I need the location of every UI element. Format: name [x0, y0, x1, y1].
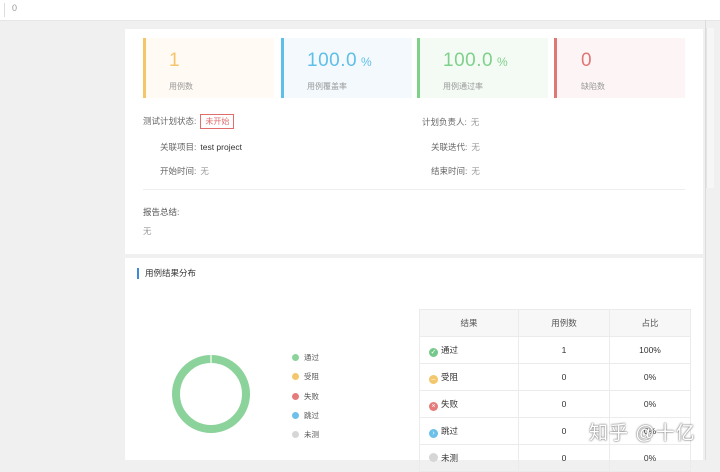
legend-dot — [292, 431, 299, 438]
count-cell: 0 — [518, 390, 610, 418]
plan-iteration-label: 关联迭代: — [431, 142, 468, 152]
stat-accent-bar — [554, 38, 557, 98]
report-summary-value: 无 — [143, 226, 152, 236]
report-summary-label: 报告总结: — [143, 207, 180, 217]
legend-label: 失败 — [304, 392, 319, 401]
legend-dot — [292, 412, 299, 419]
legend-item-pass[interactable]: 通过 — [292, 352, 319, 363]
plan-start-time: 开始时间: 无 — [160, 165, 209, 177]
divider — [143, 189, 685, 190]
result-cell: 未测 — [419, 444, 519, 472]
stat-label: 用例通过率 — [443, 82, 483, 91]
scroll-thumb[interactable] — [706, 28, 714, 188]
legend-item-skipped[interactable]: 跳过 — [292, 410, 319, 421]
check-icon: ✓ — [429, 347, 438, 357]
stat-label: 缺陷数 — [581, 82, 605, 91]
plan-iteration-value: 无 — [471, 142, 480, 152]
legend-dot — [292, 373, 299, 380]
legend-item-untested[interactable]: 未测 — [292, 429, 319, 440]
stat-case-count: 1 用例数 — [143, 38, 274, 98]
legend-label: 跳过 — [304, 411, 319, 420]
stat-value: 100.0% — [307, 50, 373, 71]
plan-start-value: 无 — [200, 166, 209, 176]
legend-dot — [292, 393, 299, 400]
top-bar-divider — [4, 3, 5, 17]
minus-icon: – — [429, 374, 438, 384]
stat-label: 用例覆盖率 — [307, 82, 347, 91]
legend-item-blocked[interactable]: 受阻 — [292, 371, 319, 382]
table-header-ratio: 占比 — [609, 309, 691, 337]
stat-accent-bar — [417, 38, 420, 98]
result-cell: › 跳过 — [419, 417, 519, 445]
table-header-row: 结果 用例数 占比 — [419, 309, 691, 337]
distribution-title: 用例结果分布 — [137, 268, 196, 279]
legend-item-failed[interactable]: 失败 — [292, 391, 319, 402]
top-bar: 0 — [0, 0, 720, 21]
plan-project: 关联项目: test project — [160, 141, 242, 153]
plan-end-value: 无 — [471, 166, 480, 176]
ratio-cell: 0% — [609, 390, 691, 418]
table-header-result: 结果 — [419, 309, 519, 337]
count-cell: 0 — [518, 363, 610, 391]
cross-icon: × — [429, 401, 438, 411]
count-cell: 1 — [518, 336, 610, 364]
plan-end-label: 结束时间: — [431, 166, 468, 176]
plan-status-label: 测试计划状态: — [143, 116, 197, 126]
plan-start-label: 开始时间: — [160, 166, 197, 176]
watermark: 知乎 @十亿 — [589, 423, 696, 444]
plan-end-time: 结束时间: 无 — [431, 165, 480, 177]
stat-case-pass-rate: 100.0% 用例通过率 — [417, 38, 548, 98]
stat-value: 100.0% — [443, 50, 509, 71]
plan-owner: 计划负责人: 无 — [422, 116, 479, 128]
legend-label: 通过 — [304, 353, 319, 362]
ratio-cell: 0% — [609, 363, 691, 391]
donut-slice-pass — [172, 355, 250, 433]
stat-case-coverage: 100.0% 用例覆盖率 — [281, 38, 412, 98]
result-cell: ✓ 通过 — [419, 336, 519, 364]
arrow-right-icon: › — [429, 428, 438, 438]
result-donut-chart — [172, 354, 250, 433]
plan-project-label: 关联项目: — [160, 142, 197, 152]
result-cell: × 失败 — [419, 390, 519, 418]
table-row: × 失败 0 0% — [419, 390, 691, 418]
ratio-cell: 100% — [609, 336, 691, 364]
table-row: ✓ 通过 1 100% — [419, 336, 691, 364]
plan-iteration: 关联迭代: 无 — [431, 141, 480, 153]
result-table: 结果 用例数 占比 ✓ 通过 1 100% – 受阻 0 0% × 失败 0 0% ›… — [419, 309, 691, 472]
table-header-count: 用例数 — [518, 309, 610, 337]
plan-owner-label: 计划负责人: — [422, 117, 467, 127]
top-bar-text: 0 — [12, 3, 18, 13]
stat-accent-bar — [143, 38, 146, 98]
legend-label: 受阻 — [304, 372, 319, 381]
stat-value: 0 — [581, 50, 593, 71]
stat-defect-count: 0 缺陷数 — [554, 38, 685, 98]
stat-value: 1 — [169, 50, 181, 71]
stat-accent-bar — [281, 38, 284, 98]
ratio-cell: 0% — [609, 444, 691, 472]
legend-label: 未测 — [304, 430, 319, 439]
stat-label: 用例数 — [169, 82, 193, 91]
table-row: 未测 0 0% — [419, 444, 691, 472]
plan-status: 测试计划状态: 未开始 — [143, 114, 235, 129]
table-row: – 受阻 0 0% — [419, 363, 691, 391]
result-cell: – 受阻 — [419, 363, 519, 391]
legend-dot — [292, 354, 299, 361]
count-cell: 0 — [518, 444, 610, 472]
plan-owner-value: 无 — [470, 117, 480, 127]
plan-project-value: test project — [200, 142, 242, 152]
circle-icon — [429, 453, 438, 462]
status-badge: 未开始 — [200, 114, 235, 129]
